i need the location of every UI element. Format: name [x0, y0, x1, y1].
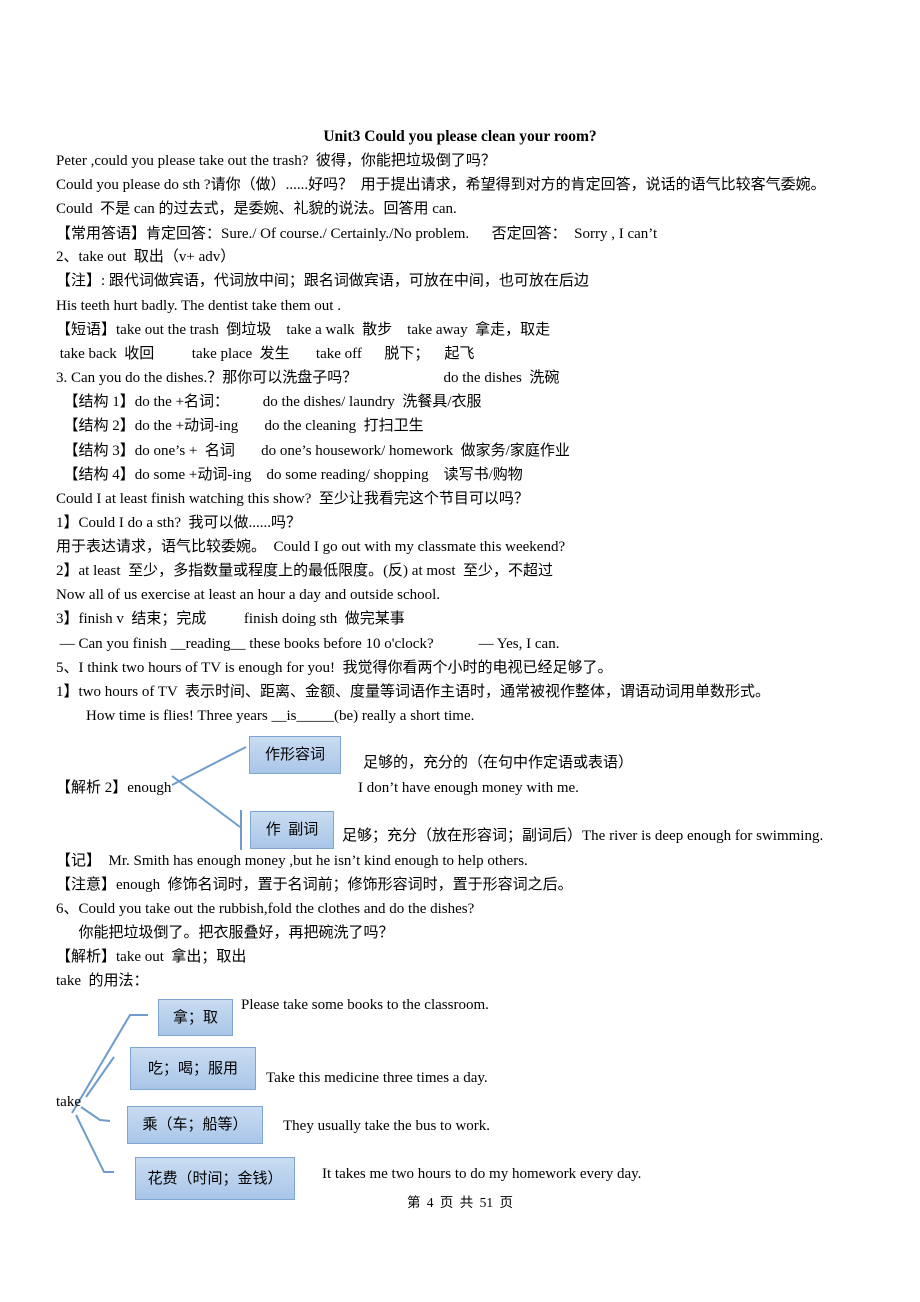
text-line: 【短语】take out the trash 倒垃圾 take a walk 散… [56, 322, 551, 338]
page-number-footer: 第 4 页 共 51 页 [406, 1195, 514, 1210]
document-title: Unit3 Could you please clean your room? [323, 128, 597, 145]
text-line: 【常用答语】肯定回答：Sure./ Of course./ Certainly.… [56, 226, 658, 242]
take-diagram-label: take [56, 1094, 81, 1110]
enough-adjective-meaning: 足够的，充分的（在句中作定语或表语） [363, 755, 634, 771]
text-line: take back 收回 take place 发生 take off 脱下； … [56, 346, 475, 362]
enough-adverb-meaning: 足够；充分（放在形容词；副词后）The river is deep enough… [342, 828, 824, 844]
text-line: 【解析】take out 拿出；取出 [56, 949, 247, 965]
text-line: Could you please do sth ?请你（做）......好吗？ … [56, 177, 826, 193]
text-line: 1】two hours of TV 表示时间、距离、金额、度量等词语作主语时，通… [56, 684, 771, 700]
text-line: Peter ,could you please take out the tra… [56, 153, 496, 169]
take-usage-example: Please take some books to the classroom. [241, 997, 489, 1013]
text-line: — Can you finish __reading__ these books… [56, 636, 560, 652]
connector-line [85, 1056, 115, 1098]
text-line: 2、take out 取出（v+ adv） [56, 249, 236, 265]
text-line: Could 不是 can 的过去式，是委婉、礼貌的说法。回答用 can. [56, 201, 457, 217]
connector-line [171, 746, 247, 786]
take-usage-example: It takes me two hours to do my homework … [322, 1166, 642, 1182]
connector-line [171, 775, 241, 828]
take-usage-box: 乘（车；船等） [127, 1106, 263, 1144]
text-line: 【结构 3】do one’s + 名词 do one’s housework/ … [56, 443, 570, 459]
take-usage-box: 吃；喝；服用 [130, 1047, 256, 1090]
text-line: 【注】: 跟代词做宾语，代词放中间；跟名词做宾语，可放在中间，也可放在后边 [56, 273, 589, 289]
text-line: Could I at least finish watching this sh… [56, 491, 529, 507]
text-line: 【结构 4】do some +动词-ing do some reading/ s… [56, 467, 523, 483]
text-line: 你能把垃圾倒了。把衣服叠好，再把碗洗了吗？ [56, 925, 394, 941]
text-line: 【注意】enough 修饰名词时，置于名词前；修饰形容词时，置于形容词之后。 [56, 877, 573, 893]
text-line: 【结构 1】do the +名词： do the dishes/ laundry… [56, 394, 482, 410]
connector-line [80, 1106, 111, 1122]
text-line: 3. Can you do the dishes.？那你可以洗盘子吗？ do t… [56, 370, 560, 386]
enough-diagram-label: 【解析 2】enough [56, 780, 172, 796]
text-line: How time is flies! Three years __is_____… [56, 708, 475, 724]
text-line: 3】finish v 结束；完成 finish doing sth 做完某事 [56, 611, 405, 627]
text-line: take 的用法： [56, 973, 149, 989]
text-line: Now all of us exercise at least an hour … [56, 587, 441, 603]
enough-adjective-example: I don’t have enough money with me. [358, 780, 579, 796]
text-line: 1】Could I do a sth? 我可以做......吗？ [56, 515, 301, 531]
text-line: 用于表达请求，语气比较委婉。 Could I go out with my cl… [56, 539, 566, 555]
text-line: 5、I think two hours of TV is enough for … [56, 660, 613, 676]
text-line: 【结构 2】do the +动词-ing do the cleaning 打扫卫… [56, 418, 424, 434]
text-line: 2】at least 至少，多指数量或程度上的最低限度。(反) at most … [56, 563, 554, 579]
enough-adverb-box: 作 副词 [250, 811, 334, 849]
enough-adjective-box: 作形容词 [249, 736, 341, 774]
take-usage-box: 拿；取 [158, 999, 233, 1036]
text-line: 6、Could you take out the rubbish,fold th… [56, 901, 475, 917]
connector-line [75, 1114, 114, 1173]
text-line: His teeth hurt badly. The dentist take t… [56, 298, 341, 314]
take-usage-example: Take this medicine three times a day. [266, 1070, 488, 1086]
text-line: 【记】 Mr. Smith has enough money ,but he i… [56, 853, 528, 869]
take-usage-example: They usually take the bus to work. [283, 1118, 491, 1134]
